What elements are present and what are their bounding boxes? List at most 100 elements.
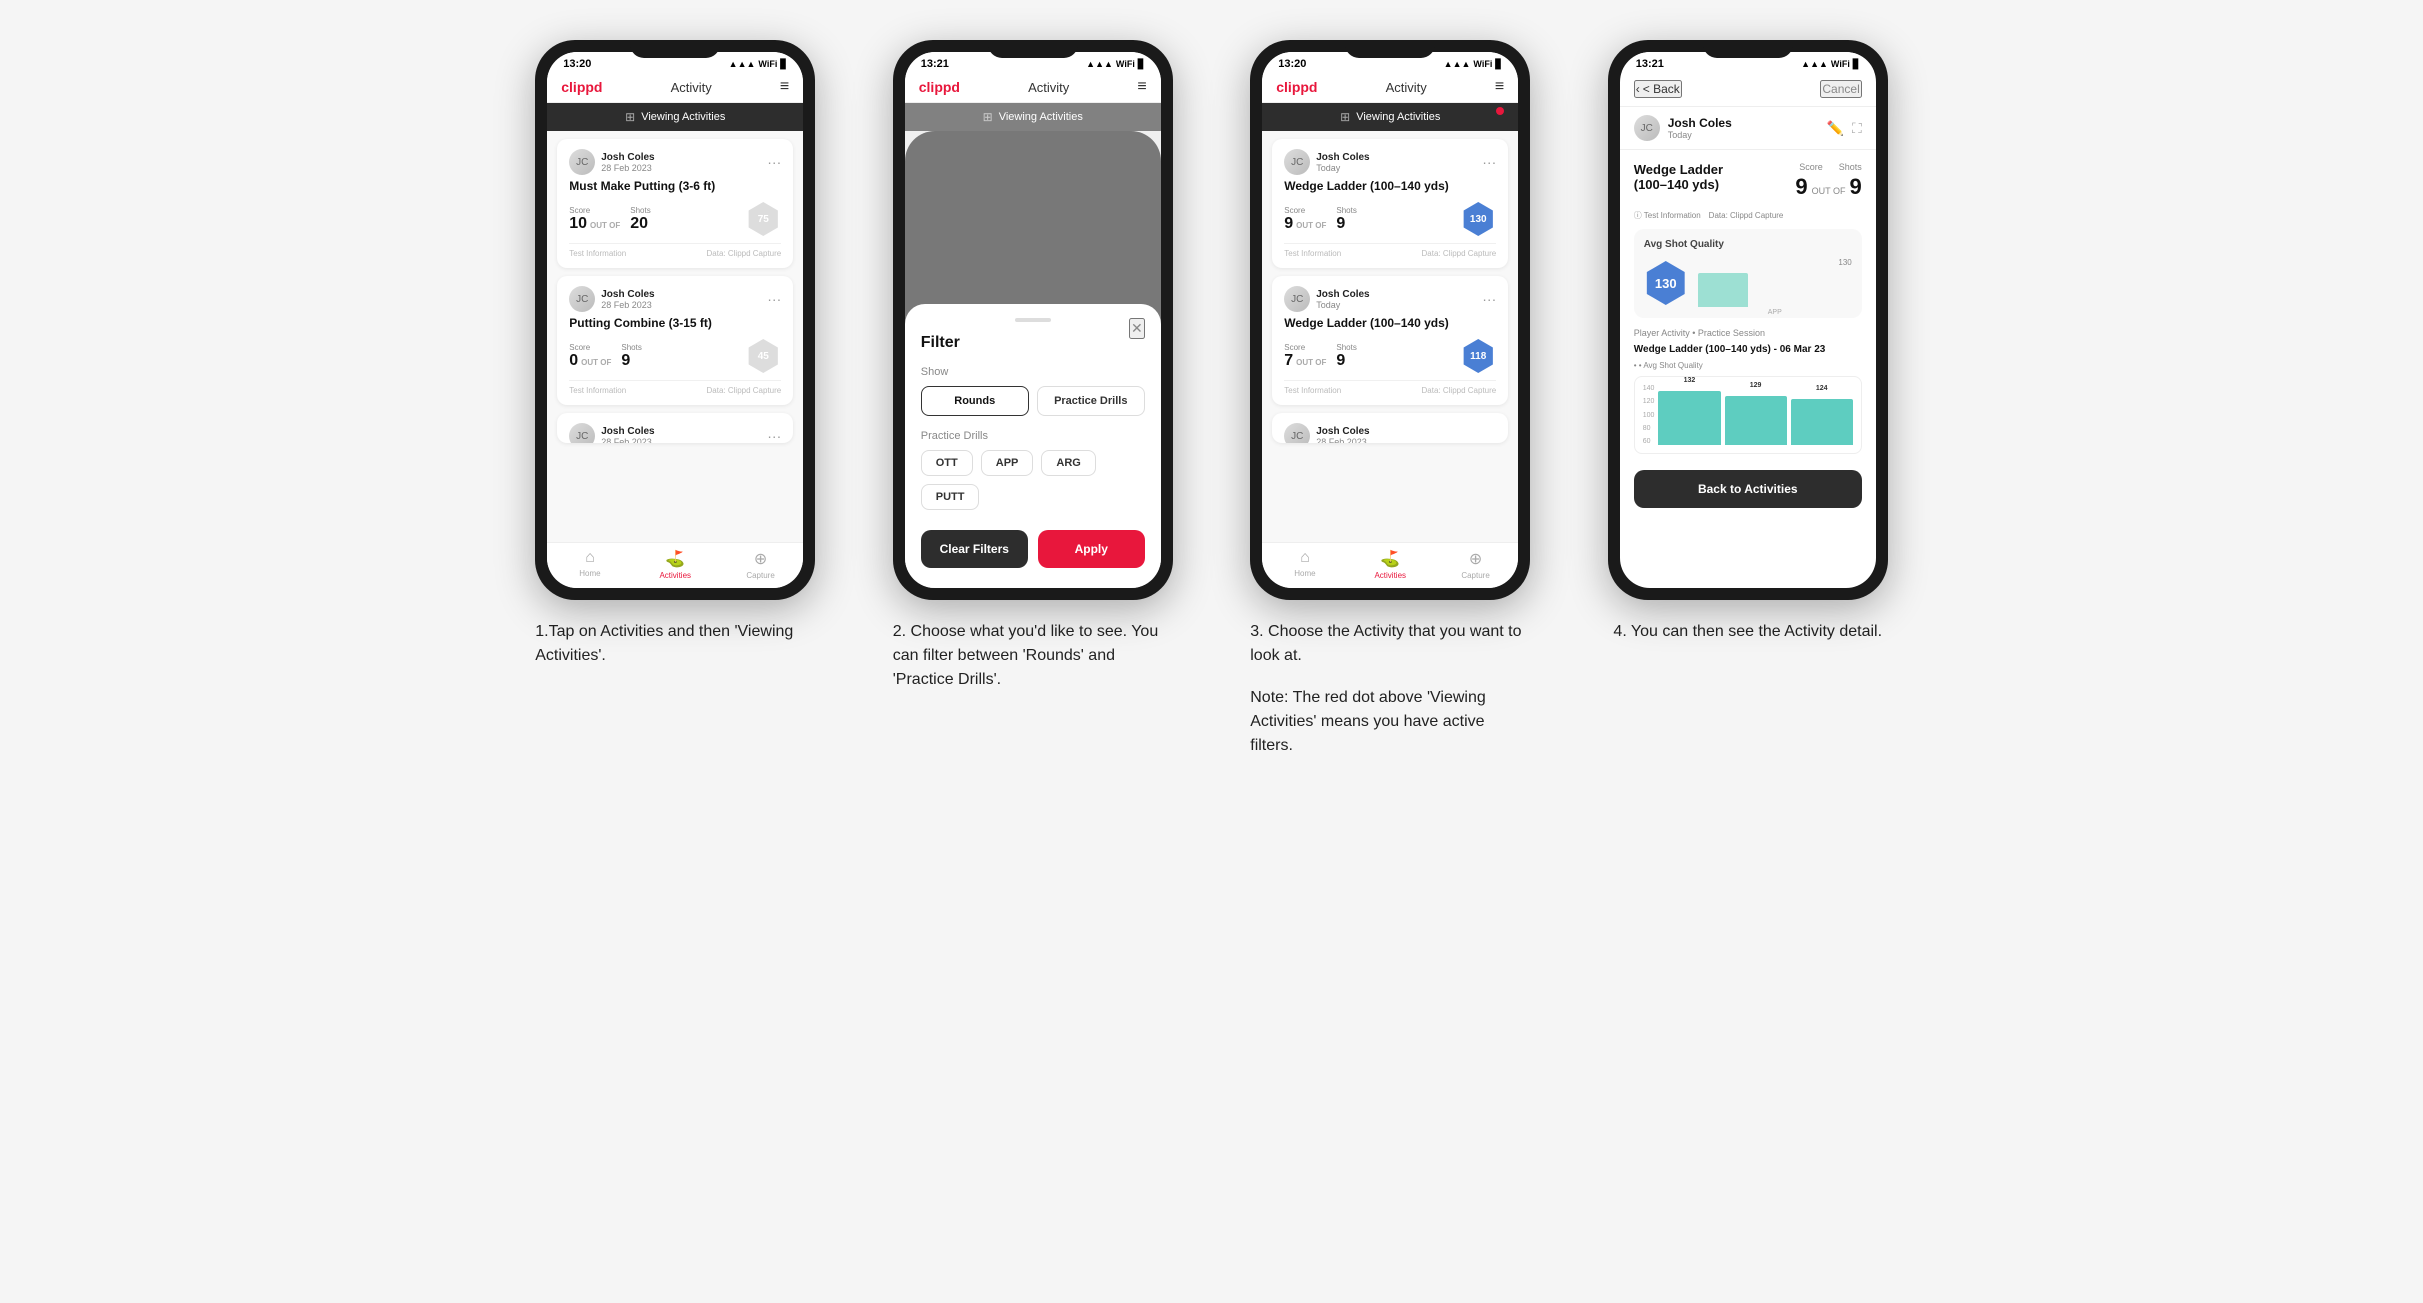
nav-activities-3[interactable]: ⛳ Activities xyxy=(1348,549,1433,580)
shots-group-3-1: Shots 9 xyxy=(1336,206,1356,233)
activity-card-1-3[interactable]: JC Josh Coles 28 Feb 2023 ··· xyxy=(557,413,793,443)
expand-icon[interactable]: ⛶ xyxy=(1852,120,1862,137)
nav-home-3[interactable]: ⌂ Home xyxy=(1262,549,1347,580)
activity-title-3-2: Wedge Ladder (100–140 yds) xyxy=(1284,316,1496,330)
drill-putt[interactable]: PUTT xyxy=(921,484,980,510)
detail-action-icons: ✏️ ⛶ xyxy=(1827,120,1862,137)
dots-3-2[interactable]: ··· xyxy=(1482,291,1496,307)
user-name-1-2: Josh Coles xyxy=(601,289,654,300)
menu-icon-1[interactable]: ≡ xyxy=(780,78,789,96)
back-button[interactable]: ‹ < Back xyxy=(1634,80,1682,98)
avatar-1-1: JC xyxy=(569,149,595,175)
activities-icon-1: ⛳ xyxy=(665,549,685,569)
drill-arg[interactable]: ARG xyxy=(1041,450,1095,476)
filter-bar-3[interactable]: ⊞ Viewing Activities xyxy=(1262,103,1518,131)
score-group-3-2: Score 7 OUT OF xyxy=(1284,343,1326,370)
activity-title-1-2: Putting Combine (3-15 ft) xyxy=(569,316,781,330)
battery-3: ▊ xyxy=(1495,59,1502,70)
detail-score-label: Score xyxy=(1799,162,1823,172)
chart-x-label: APP xyxy=(1698,309,1852,316)
user-info-1-1: JC Josh Coles 28 Feb 2023 xyxy=(569,149,654,175)
sq-badge-3-2: 118 xyxy=(1460,338,1496,374)
modal-handle xyxy=(1015,318,1051,322)
menu-icon-3[interactable]: ≡ xyxy=(1495,78,1504,96)
nav-activities-1[interactable]: ⛳ Activities xyxy=(633,549,718,580)
cancel-button-4[interactable]: Cancel xyxy=(1820,80,1861,98)
show-label: Show xyxy=(921,366,1145,378)
step-2-column: 13:21 ▲▲▲ WiFi ▊ clippd Activity ≡ xyxy=(869,40,1197,692)
activity-card-1-1[interactable]: JC Josh Coles 28 Feb 2023 ··· Must Make … xyxy=(557,139,793,268)
card-footer-3-1: Test Information Data: Clippd Capture xyxy=(1284,243,1496,258)
app-header-1: clippd Activity ≡ xyxy=(547,72,803,103)
user-name-3-3: Josh Coles xyxy=(1316,426,1369,437)
card-footer-3-2: Test Information Data: Clippd Capture xyxy=(1284,380,1496,395)
filter-bar-2[interactable]: ⊞ Viewing Activities xyxy=(905,103,1161,131)
chevron-left-icon: ‹ xyxy=(1636,82,1640,96)
shots-val-3-1: 9 xyxy=(1336,215,1356,233)
sq-hex-3-2: 118 xyxy=(1461,339,1495,373)
user-info-3-2: JC Josh Coles Today xyxy=(1284,286,1369,312)
score-val-3-2: 7 OUT OF xyxy=(1284,352,1326,370)
detail-user-date: Today xyxy=(1668,130,1732,140)
rounds-button[interactable]: Rounds xyxy=(921,386,1029,416)
capture-icon-3: ⊕ xyxy=(1469,549,1482,569)
activity-title-1-1: Must Make Putting (3-6 ft) xyxy=(569,179,781,193)
dots-1-1[interactable]: ··· xyxy=(767,154,781,170)
step-3-description-2: Note: The red dot above 'Viewing Activit… xyxy=(1250,686,1530,758)
screen-2: 13:21 ▲▲▲ WiFi ▊ clippd Activity ≡ xyxy=(905,52,1161,588)
step-4-description: 4. You can then see the Activity detail. xyxy=(1613,620,1882,644)
notch-1 xyxy=(630,40,720,58)
user-date-3-2: Today xyxy=(1316,300,1369,310)
user-name-1-3: Josh Coles xyxy=(601,426,654,437)
clear-filters-button[interactable]: Clear Filters xyxy=(921,530,1028,568)
modal-close-button[interactable]: ✕ xyxy=(1129,318,1145,339)
phone-1: 13:20 ▲▲▲ WiFi ▊ clippd Activity ≡ xyxy=(535,40,815,600)
user-date-1-2: 28 Feb 2023 xyxy=(601,300,654,310)
drill-app[interactable]: APP xyxy=(981,450,1034,476)
app-header-2: clippd Activity ≡ xyxy=(905,72,1161,103)
dots-1-2[interactable]: ··· xyxy=(767,291,781,307)
sq-section: Avg Shot Quality 130 130 APP xyxy=(1634,229,1862,318)
apply-button[interactable]: Apply xyxy=(1038,530,1145,568)
user-info-1-2: JC Josh Coles 28 Feb 2023 xyxy=(569,286,654,312)
dots-1-3[interactable]: ··· xyxy=(767,428,781,443)
bar-val-1: 132 xyxy=(1684,377,1696,384)
detail-score-val: 9 xyxy=(1795,174,1807,200)
nav-activities-label-1: Activities xyxy=(659,571,691,580)
user-name-3-1: Josh Coles xyxy=(1316,152,1369,163)
footer-datacapture-1-1: Data: Clippd Capture xyxy=(707,249,782,258)
header-title-1: Activity xyxy=(671,80,712,95)
nav-capture-1[interactable]: ⊕ Capture xyxy=(718,549,803,580)
capture-icon-1: ⊕ xyxy=(754,549,767,569)
bottom-nav-1: ⌂ Home ⛳ Activities ⊕ Capture xyxy=(547,542,803,588)
user-date-3-1: Today xyxy=(1316,163,1369,173)
large-bars: 132 129 124 xyxy=(1658,385,1852,445)
time-1: 13:20 xyxy=(563,58,591,70)
back-activities-button[interactable]: Back to Activities xyxy=(1634,470,1862,508)
sq-badge-3-1: 130 xyxy=(1460,201,1496,237)
user-name-1-1: Josh Coles xyxy=(601,152,654,163)
user-info-3-1: JC Josh Coles Today xyxy=(1284,149,1369,175)
sq-content: 130 130 APP xyxy=(1644,258,1852,308)
activity-card-3-3[interactable]: JC Josh Coles 28 Feb 2023 xyxy=(1272,413,1508,443)
filter-bar-1[interactable]: ⊞ Viewing Activities xyxy=(547,103,803,131)
logo-text-3: clippd xyxy=(1276,79,1317,95)
edit-icon[interactable]: ✏️ xyxy=(1827,120,1844,137)
card-header-1-2: JC Josh Coles 28 Feb 2023 ··· xyxy=(569,286,781,312)
nav-home-1[interactable]: ⌂ Home xyxy=(547,549,632,580)
stats-row-3-1: Score 9 OUT OF Shots 9 xyxy=(1284,201,1496,237)
menu-icon-2[interactable]: ≡ xyxy=(1137,78,1146,96)
card-footer-1-1: Test Information Data: Clippd Capture xyxy=(569,243,781,258)
drill-ott[interactable]: OTT xyxy=(921,450,973,476)
practice-drills-button[interactable]: Practice Drills xyxy=(1037,386,1145,416)
nav-capture-3[interactable]: ⊕ Capture xyxy=(1433,549,1518,580)
activity-card-3-2[interactable]: JC Josh Coles Today ··· Wedge Ladder (10… xyxy=(1272,276,1508,405)
filter-modal: ✕ Filter Show Rounds Practice Drills Pra… xyxy=(905,304,1161,588)
step-3-column: 13:20 ▲▲▲ WiFi ▊ clippd Activity ≡ xyxy=(1227,40,1555,758)
activity-card-3-1[interactable]: JC Josh Coles Today ··· Wedge Ladder (10… xyxy=(1272,139,1508,268)
modal-overlay-2: ✕ Filter Show Rounds Practice Drills Pra… xyxy=(905,131,1161,588)
activity-card-1-2[interactable]: JC Josh Coles 28 Feb 2023 ··· Putting Co… xyxy=(557,276,793,405)
score-val-3-1: 9 OUT OF xyxy=(1284,215,1326,233)
dots-3-1[interactable]: ··· xyxy=(1482,154,1496,170)
score-val-1-2: 0 OUT OF xyxy=(569,352,611,370)
